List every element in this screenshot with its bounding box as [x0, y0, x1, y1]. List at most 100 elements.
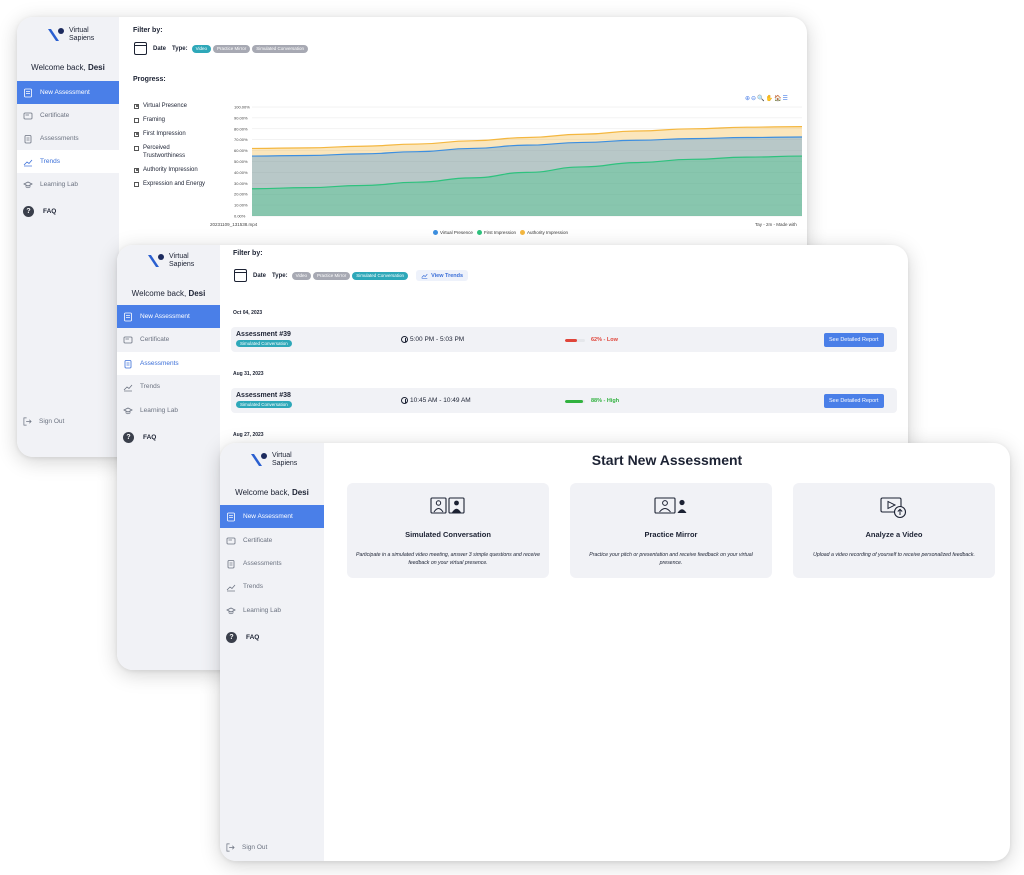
filter-row: Date Type: Video Practice Mirror Simulat…	[234, 269, 469, 282]
nav-trends[interactable]: Trends	[220, 575, 324, 598]
card-title: Simulated Conversation	[405, 530, 491, 539]
help-icon: ?	[23, 206, 34, 217]
chart-toolbar[interactable]: ⊕⊖🔍✋🏠☰	[745, 95, 789, 102]
calendar-icon[interactable]	[234, 269, 247, 282]
chart-legend: Virtual Presence First Impression Author…	[429, 230, 568, 235]
clock-icon	[401, 397, 408, 404]
y-tick-label: 90.00%	[234, 115, 248, 120]
see-report-button[interactable]: See Detailed Report	[824, 333, 884, 347]
progress-area-chart: 100.00% 90.00% 80.00% 70.00% 60.00% 50.00% 40.…	[234, 105, 803, 219]
nav-new-assessment[interactable]: New Assessment	[17, 81, 119, 104]
nav-faq[interactable]: ? FAQ	[117, 426, 220, 449]
assessment-row[interactable]: Assessment #38 Simulated Conversation 10…	[231, 388, 897, 413]
legend-virtual-presence[interactable]: Virtual Presence	[440, 230, 473, 235]
nav-new-assessment[interactable]: New Assessment	[220, 505, 324, 528]
nav-learning-lab[interactable]: Learning Lab	[17, 173, 119, 196]
card-description: Upload a video recording of yourself to …	[813, 552, 975, 558]
y-tick-label: 100.00%	[234, 105, 250, 110]
y-tick-label: 50.00%	[234, 159, 248, 164]
nav-faq[interactable]: ? FAQ	[220, 626, 324, 649]
card-analyze-video[interactable]: Analyze a Video Upload a video recording…	[793, 483, 995, 578]
certificate-icon	[123, 336, 133, 343]
date-filter-label[interactable]: Date	[153, 46, 166, 52]
filter-label: Filter by:	[233, 250, 263, 257]
y-tick-label: 60.00%	[234, 148, 248, 153]
trend-chart-icon	[23, 159, 33, 166]
card-title: Practice Mirror	[644, 530, 698, 539]
chip-practice-mirror[interactable]: Practice Mirror	[213, 44, 251, 53]
view-trends-button[interactable]: View Trends	[416, 270, 469, 281]
nav-trends[interactable]: Trends	[17, 150, 119, 173]
clipboard-icon	[124, 359, 132, 368]
checkbox[interactable]	[134, 117, 139, 123]
assessment-type-badge: Simulated Conversation	[236, 340, 292, 347]
graduation-cap-icon	[23, 181, 33, 188]
chip-simulated-conversation[interactable]: Simulated Conversation	[352, 271, 409, 280]
sign-out-link[interactable]: Sign Out	[226, 843, 267, 852]
nav-assessments[interactable]: Assessments	[17, 127, 119, 150]
assessment-time: 5:00 PM - 5:03 PM	[401, 336, 464, 343]
nav-certificate[interactable]: Certificate	[220, 529, 324, 552]
clipboard-icon	[227, 559, 235, 568]
sidebar: Virtual Sapiens Welcome back, Desi New As…	[17, 17, 119, 457]
legend-first-impression[interactable]: First Impression	[484, 230, 516, 235]
graduation-cap-icon	[226, 607, 236, 614]
nav-learning-lab[interactable]: Learning Lab	[117, 399, 220, 422]
assessment-score: 88% - High	[565, 398, 619, 404]
type-filter-label: Type:	[272, 272, 288, 279]
type-filter-label: Type:	[172, 45, 188, 52]
see-report-button[interactable]: See Detailed Report	[824, 394, 884, 408]
document-icon	[24, 88, 32, 97]
y-tick-label: 30.00%	[234, 181, 248, 186]
y-tick-label: 80.00%	[234, 126, 248, 131]
clock-icon	[401, 336, 408, 343]
assessment-date: Aug 31, 2023	[233, 371, 264, 377]
chip-video[interactable]: Video	[291, 271, 312, 280]
y-tick-label: 0.00%	[234, 214, 246, 219]
assessment-title: Assessment #39	[236, 331, 291, 338]
simulated-conversation-icon	[430, 497, 465, 514]
legend-authority-impression[interactable]: Authority Impression	[527, 230, 568, 235]
nav-assessments[interactable]: Assessments	[117, 352, 220, 375]
calendar-icon[interactable]	[134, 42, 147, 55]
assessment-row[interactable]: Assessment #39 Simulated Conversation 5:…	[231, 327, 897, 352]
checkbox[interactable]	[134, 131, 139, 137]
chip-video[interactable]: Video	[191, 44, 212, 53]
assessment-date: Aug 27, 2023	[233, 432, 264, 438]
logo-mark-icon	[251, 453, 267, 466]
checkbox[interactable]	[134, 103, 139, 109]
nav-certificate[interactable]: Certificate	[17, 104, 119, 127]
checkbox[interactable]	[134, 167, 139, 173]
nav-faq[interactable]: ? FAQ	[17, 200, 119, 223]
chip-simulated-conversation[interactable]: Simulated Conversation	[252, 44, 309, 53]
trend-chart-icon	[421, 273, 428, 279]
chip-practice-mirror[interactable]: Practice Mirror	[313, 271, 351, 280]
y-tick-label: 10.00%	[234, 203, 248, 208]
card-practice-mirror[interactable]: Practice Mirror Practice your pitch or p…	[570, 483, 772, 578]
start-assessment-window: Virtual Sapiens Welcome back, Desi New As…	[220, 443, 1010, 861]
logo-mark-icon	[48, 28, 64, 41]
welcome-text: Welcome back, Desi	[235, 488, 309, 497]
card-simulated-conversation[interactable]: Simulated Conversation Participate in a …	[347, 483, 549, 578]
score-bar	[565, 338, 585, 342]
nav-certificate[interactable]: Certificate	[117, 328, 220, 351]
y-tick-label: 70.00%	[234, 137, 248, 142]
checkbox[interactable]	[134, 145, 139, 151]
help-icon: ?	[226, 632, 237, 643]
x-label-left: 20231109_131538.mp4	[210, 222, 258, 227]
date-filter-label[interactable]: Date	[253, 273, 266, 279]
score-bar	[565, 399, 585, 403]
card-title: Analyze a Video	[865, 530, 923, 539]
assessment-date: Oct 04, 2023	[233, 310, 263, 316]
y-tick-label: 20.00%	[234, 192, 248, 197]
nav-learning-lab[interactable]: Learning Lab	[220, 599, 324, 622]
nav-trends[interactable]: Trends	[117, 375, 220, 398]
trend-chart-icon	[226, 584, 236, 591]
legend-dot	[476, 230, 482, 235]
nav-assessments[interactable]: Assessments	[220, 552, 324, 575]
logo: Virtual Sapiens	[147, 253, 194, 269]
nav-new-assessment[interactable]: New Assessment	[117, 305, 220, 328]
sign-out-link[interactable]: Sign Out	[23, 417, 64, 426]
checkbox[interactable]	[134, 181, 139, 187]
assessment-time: 10:45 AM - 10:49 AM	[401, 397, 471, 404]
